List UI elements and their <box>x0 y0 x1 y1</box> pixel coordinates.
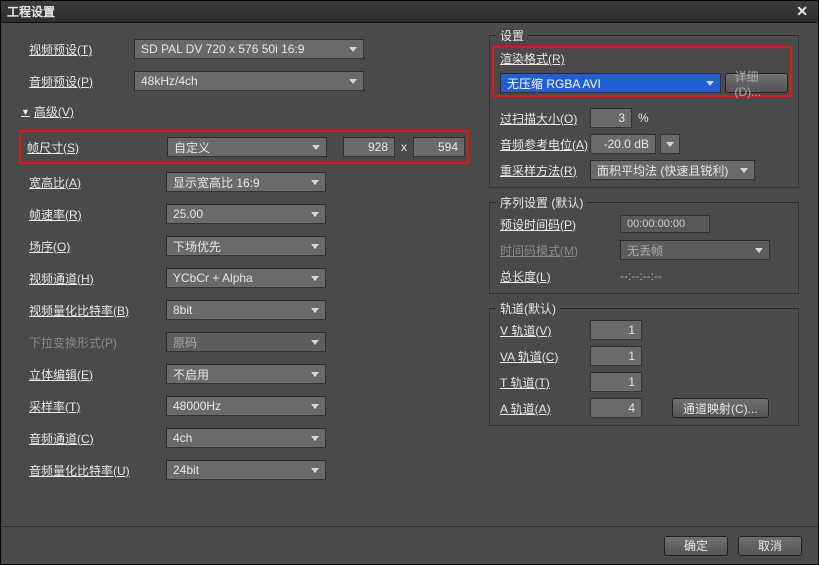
ok-button[interactable]: 确定 <box>664 536 728 556</box>
video-preset-select[interactable]: SD PAL DV 720 x 576 50i 16:9 <box>134 39 364 59</box>
resample-label: 重采样方法(R) <box>500 162 590 179</box>
t-track-input[interactable]: 1 <box>590 372 642 392</box>
audio-preset-label: 音频预设(P) <box>19 73 134 90</box>
video-bit-label: 视频量化比特率(B) <box>19 302 134 319</box>
audio-channel-label: 音频通道(C) <box>19 430 134 447</box>
field-order-label: 场序(O) <box>19 238 134 255</box>
settings-legend: 设置 <box>496 27 528 44</box>
video-channel-label: 视频通道(H) <box>19 270 134 287</box>
v-track-label: V 轨道(V) <box>500 322 590 339</box>
frame-size-label: 帧尺寸(S) <box>27 139 142 156</box>
pulldown-label: 下拉变换形式(P) <box>19 334 134 351</box>
va-track-label: VA 轨道(C) <box>500 348 590 365</box>
track-legend: 轨道(默认) <box>496 300 560 317</box>
cancel-button[interactable]: 取消 <box>738 536 802 556</box>
audio-preset-select[interactable]: 48kHz/4ch <box>134 71 364 91</box>
overscan-label: 过扫描大小(O) <box>500 110 590 127</box>
tc-mode-select: 无丢帧 <box>620 240 770 260</box>
audio-bit-select[interactable]: 24bit <box>166 460 326 480</box>
aspect-select[interactable]: 显示宽高比 16:9 <box>166 172 326 192</box>
audio-bit-label: 音频量化比特率(U) <box>19 462 134 479</box>
channel-map-button[interactable]: 通道映射(C)... <box>672 398 769 418</box>
resample-select[interactable]: 面积平均法 (快速且锐利) <box>590 160 755 180</box>
percent-label: % <box>638 111 649 125</box>
render-format-label: 渲染格式(R) <box>500 50 788 67</box>
preset-tc-label: 预设时间码(P) <box>500 216 590 233</box>
total-len-value: --:--:--:-- <box>620 269 662 283</box>
render-format-select[interactable]: 无压缩 RGBA AVI <box>500 73 721 93</box>
audio-ref-label: 音频参考电位(A) <box>500 136 590 153</box>
sample-rate-select[interactable]: 48000Hz <box>166 396 326 416</box>
pulldown-select: 原码 <box>166 332 326 352</box>
a-track-label: A 轨道(A) <box>500 400 590 417</box>
va-track-input[interactable]: 1 <box>590 346 642 366</box>
fps-label: 帧速率(R) <box>19 206 134 223</box>
audio-ref-dropdown-icon[interactable] <box>660 134 680 154</box>
aspect-label: 宽高比(A) <box>19 174 134 191</box>
stereo-label: 立体编辑(E) <box>19 366 134 383</box>
preset-tc-value[interactable]: 00:00:00:00 <box>620 215 710 233</box>
video-channel-select[interactable]: YCbCr + Alpha <box>166 268 326 288</box>
titlebar: 工程设置 ✕ <box>1 1 818 23</box>
frame-height-input[interactable]: 594 <box>413 137 465 157</box>
frame-size-highlight: 帧尺寸(S) 自定义 928 x 594 <box>19 130 469 164</box>
tc-mode-label: 时间码模式(M) <box>500 242 590 259</box>
field-order-select[interactable]: 下场优先 <box>166 236 326 256</box>
close-icon[interactable]: ✕ <box>792 3 812 20</box>
render-format-highlight: 渲染格式(R) 无压缩 RGBA AVI 详细(D)... <box>492 46 792 97</box>
v-track-input[interactable]: 1 <box>590 320 642 340</box>
audio-ref-input[interactable]: -20.0 dB <box>590 134 656 154</box>
total-len-label: 总长度(L) <box>500 268 590 285</box>
dialog-footer: 确定 取消 <box>1 526 818 564</box>
window-title: 工程设置 <box>7 3 55 20</box>
frame-size-mode-select[interactable]: 自定义 <box>167 137 327 157</box>
t-track-label: T 轨道(T) <box>500 374 590 391</box>
x-label: x <box>401 140 407 154</box>
advanced-toggle[interactable]: 高级(V) <box>21 103 74 120</box>
fps-select[interactable]: 25.00 <box>166 204 326 224</box>
frame-width-input[interactable]: 928 <box>343 137 395 157</box>
video-bit-select[interactable]: 8bit <box>166 300 326 320</box>
overscan-input[interactable]: 3 <box>590 108 632 128</box>
audio-channel-select[interactable]: 4ch <box>166 428 326 448</box>
video-preset-label: 视频预设(T) <box>19 41 134 58</box>
sequence-legend: 序列设置 (默认) <box>496 194 587 211</box>
detail-button[interactable]: 详细(D)... <box>725 73 788 93</box>
stereo-select[interactable]: 不启用 <box>166 364 326 384</box>
sample-rate-label: 采样率(T) <box>19 398 134 415</box>
a-track-input[interactable]: 4 <box>590 398 642 418</box>
project-settings-dialog: 工程设置 ✕ 视频预设(T) SD PAL DV 720 x 576 50i 1… <box>0 0 819 565</box>
